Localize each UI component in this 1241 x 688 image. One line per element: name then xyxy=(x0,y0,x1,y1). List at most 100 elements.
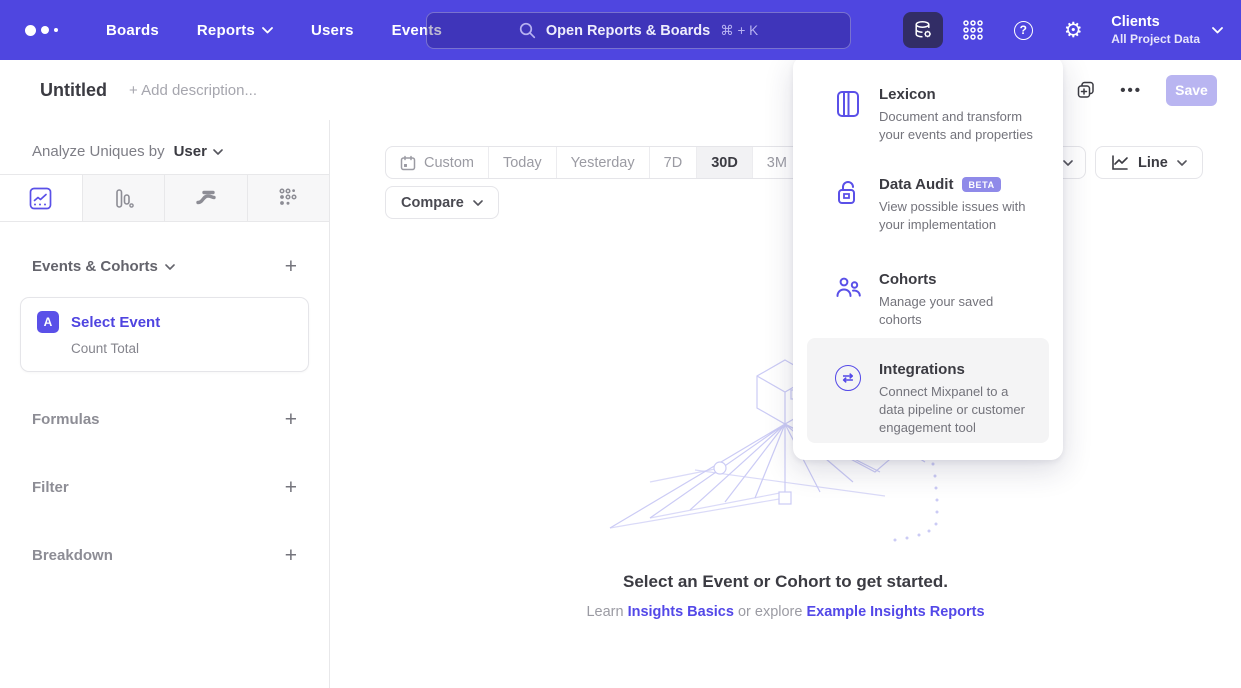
duplicate-report-button[interactable] xyxy=(1076,80,1096,100)
help-icon: ? xyxy=(1014,21,1033,40)
menu-item-integrations[interactable]: ⇄ Integrations Connect Mixpanel to a dat… xyxy=(793,361,1063,437)
analyze-uniques-row: Analyze Uniques by User xyxy=(0,120,329,174)
menu-item-title: Cohorts xyxy=(879,271,1037,288)
help-button[interactable]: ? xyxy=(1003,12,1043,48)
chevron-down-icon xyxy=(473,200,483,206)
flow-chart-icon xyxy=(194,186,218,210)
add-formula-button[interactable]: + xyxy=(285,409,297,430)
beta-badge: BETA xyxy=(962,177,1000,192)
breakdown-section: Breakdown + xyxy=(0,545,329,566)
chart-area: Custom Today Yesterday 7D 30D 3M 6M Comp… xyxy=(330,120,1241,688)
top-navbar: Boards Reports Users Events Open Reports… xyxy=(0,0,1241,60)
integrations-sync-icon: ⇄ xyxy=(835,365,861,391)
compare-label: Compare xyxy=(401,195,464,211)
menu-item-cohorts[interactable]: Cohorts Manage your saved cohorts xyxy=(793,271,1063,329)
date-range-7d[interactable]: 7D xyxy=(649,147,697,178)
menu-item-lexicon[interactable]: Lexicon Document and transform your even… xyxy=(793,86,1063,144)
chart-type-dropdown[interactable]: Line xyxy=(1095,146,1203,179)
menu-item-description: Manage your saved cohorts xyxy=(879,293,1037,329)
nav-item-users[interactable]: Users xyxy=(311,22,354,39)
menu-item-description: Connect Mixpanel to a data pipeline or c… xyxy=(879,383,1037,437)
duplicate-icon xyxy=(1076,80,1096,100)
date-range-custom[interactable]: Custom xyxy=(386,147,488,178)
nav-item-boards[interactable]: Boards xyxy=(106,22,159,39)
tab-flow-chart[interactable] xyxy=(164,175,247,221)
search-input[interactable]: Open Reports & Boards ⌘ + K xyxy=(426,12,851,49)
formulas-section: Formulas + xyxy=(0,409,329,430)
add-breakdown-button[interactable]: + xyxy=(285,545,297,566)
project-scope: All Project Data xyxy=(1111,32,1200,47)
date-range-30d[interactable]: 30D xyxy=(696,147,752,178)
chart-type-tabs xyxy=(0,174,329,222)
cohorts-people-icon xyxy=(835,275,863,301)
analyze-value: User xyxy=(174,143,207,160)
add-filter-button[interactable]: + xyxy=(285,477,297,498)
line-chart-mini-icon xyxy=(1111,155,1129,171)
tab-metric-chart[interactable] xyxy=(247,175,330,221)
analyze-label: Analyze Uniques by xyxy=(32,143,165,160)
menu-item-title: Integrations xyxy=(879,361,1037,378)
date-range-yesterday[interactable]: Yesterday xyxy=(556,147,649,178)
scatter-metric-icon xyxy=(277,187,299,209)
insights-basics-link[interactable]: Insights Basics xyxy=(628,604,734,620)
compare-dropdown[interactable]: Compare xyxy=(385,186,499,219)
events-cohorts-section: Events & Cohorts + xyxy=(0,256,329,277)
search-placeholder: Open Reports & Boards xyxy=(546,23,710,39)
grid-dots-icon xyxy=(962,19,984,41)
line-chart-icon xyxy=(29,187,52,210)
search-icon xyxy=(519,22,536,39)
report-title[interactable]: Untitled xyxy=(40,80,107,101)
example-insights-reports-link[interactable]: Example Insights Reports xyxy=(806,604,984,620)
query-builder-sidebar: Analyze Uniques by User xyxy=(0,120,330,688)
empty-state-links: Learn Insights Basics or explore Example… xyxy=(330,604,1241,620)
event-row-card[interactable]: A Select Event Count Total xyxy=(20,297,309,372)
data-management-menu: Lexicon Document and transform your even… xyxy=(793,56,1063,460)
or-explore-text: or explore xyxy=(738,604,802,620)
search-shortcut: ⌘ + K xyxy=(720,23,758,39)
event-aggregation[interactable]: Count Total xyxy=(71,341,292,356)
learn-prefix: Learn xyxy=(586,604,623,620)
chevron-down-icon xyxy=(1177,160,1187,166)
select-event-button[interactable]: Select Event xyxy=(71,314,160,331)
settings-button[interactable]: ⚙ xyxy=(1053,12,1093,48)
add-event-button[interactable]: + xyxy=(285,256,297,277)
calendar-icon xyxy=(400,155,416,171)
project-name: Clients xyxy=(1111,13,1200,31)
breakdown-header: Breakdown xyxy=(32,547,113,564)
events-cohorts-label: Events & Cohorts xyxy=(32,258,158,275)
project-switcher[interactable]: Clients All Project Data xyxy=(1111,13,1223,46)
date-range-today[interactable]: Today xyxy=(488,147,556,178)
menu-item-description: Document and transform your events and p… xyxy=(879,108,1037,144)
filter-header: Filter xyxy=(32,479,69,496)
chart-type-label: Line xyxy=(1138,155,1168,171)
date-range-picker: Custom Today Yesterday 7D 30D 3M 6M xyxy=(385,146,851,179)
tab-line-chart[interactable] xyxy=(0,175,82,221)
analyze-value-dropdown[interactable]: User xyxy=(174,143,223,160)
report-description-placeholder[interactable]: + Add description... xyxy=(129,82,257,99)
nav-item-reports[interactable]: Reports xyxy=(197,22,273,39)
events-cohorts-header[interactable]: Events & Cohorts xyxy=(32,258,175,275)
data-management-button[interactable] xyxy=(903,12,943,48)
chevron-down-icon xyxy=(213,149,223,155)
menu-item-description: View possible issues with your implement… xyxy=(879,198,1037,234)
chevron-down-icon xyxy=(165,264,175,270)
data-audit-icon xyxy=(835,180,861,208)
bar-chart-icon xyxy=(112,187,135,210)
more-options-button[interactable]: ••• xyxy=(1120,82,1142,99)
menu-item-title: Lexicon xyxy=(879,86,1037,103)
chevron-down-icon xyxy=(1063,160,1073,166)
filter-section: Filter + xyxy=(0,477,329,498)
mixpanel-logo-icon[interactable] xyxy=(25,25,69,36)
nav-right-actions: ? ⚙ Clients All Project Data xyxy=(903,0,1223,60)
database-gear-icon xyxy=(912,19,934,41)
save-button[interactable]: Save xyxy=(1166,75,1217,106)
menu-item-data-audit[interactable]: Data Audit BETA View possible issues wit… xyxy=(793,176,1063,234)
gear-icon: ⚙ xyxy=(1064,20,1083,41)
tab-bar-chart[interactable] xyxy=(82,175,165,221)
formulas-header: Formulas xyxy=(32,411,100,428)
chevron-down-icon xyxy=(262,27,273,34)
empty-state-title: Select an Event or Cohort to get started… xyxy=(330,572,1241,592)
nav-links: Boards Reports Users Events xyxy=(106,22,442,39)
event-letter-badge: A xyxy=(37,311,59,333)
apps-grid-button[interactable] xyxy=(953,12,993,48)
